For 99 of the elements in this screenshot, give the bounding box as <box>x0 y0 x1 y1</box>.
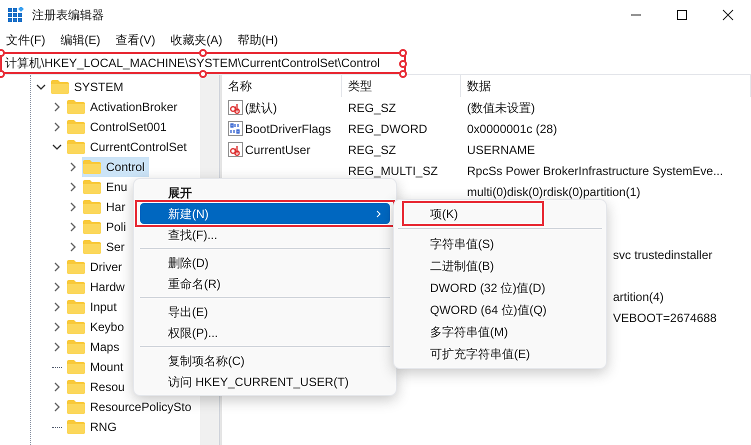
registry-app-icon <box>8 7 24 23</box>
table-cell: REG_SZ <box>348 142 396 156</box>
tree-item[interactable]: Hardw <box>66 277 129 297</box>
tree-item[interactable]: ControlSet001 <box>66 117 171 137</box>
chevron-right-icon <box>376 210 382 218</box>
tree-item[interactable]: Control <box>82 157 149 177</box>
tree-item[interactable]: Mount <box>66 357 128 377</box>
folder-icon <box>67 120 85 134</box>
folder-icon <box>67 320 85 334</box>
chevron-right-icon[interactable] <box>52 122 62 132</box>
table-cell: 0x0000001c (28) <box>467 122 558 136</box>
table-cell-text: (默认) <box>245 100 277 116</box>
folder-icon <box>67 360 85 374</box>
table-cell-text: BootDriverFlags <box>245 120 332 138</box>
tree-item[interactable]: CurrentControlSet <box>66 137 191 157</box>
tree-item[interactable]: Driver <box>66 257 126 277</box>
chevron-right-icon[interactable] <box>52 302 62 312</box>
folder-icon <box>83 240 101 254</box>
tree-item[interactable]: ResourcePolicySto <box>66 397 196 417</box>
chevron-down-icon[interactable] <box>52 142 62 152</box>
menu-option[interactable]: DWORD (32 位)值(D) <box>398 277 602 299</box>
tree-item[interactable]: Poli <box>82 217 130 237</box>
folder-icon <box>67 400 85 414</box>
menu-item[interactable]: 查看(V) <box>115 31 156 49</box>
tree-item[interactable]: Keybo <box>66 317 128 337</box>
menu-option[interactable]: 查找(F)... <box>140 224 390 245</box>
menu-option[interactable]: 权限(P)... <box>140 322 390 343</box>
folder-icon <box>83 160 101 174</box>
chevron-right-icon[interactable] <box>68 182 78 192</box>
menu-option[interactable]: 项(K) <box>404 203 542 224</box>
table-cell: RpcSs Power BrokerInfrastructure SystemEve... <box>467 164 724 178</box>
menu-option[interactable]: 新建(N) <box>140 203 390 224</box>
column-header[interactable]: 类型 <box>342 75 461 97</box>
menu-option[interactable]: 展开 <box>140 182 390 203</box>
window-title: 注册表编辑器 <box>32 7 104 24</box>
menu-option[interactable]: 二进制值(B) <box>398 255 602 277</box>
chevron-right-icon[interactable] <box>52 342 62 352</box>
menu-option[interactable]: 重命名(R) <box>140 273 390 294</box>
folder-icon <box>83 180 101 194</box>
chevron-right-icon[interactable] <box>68 222 78 232</box>
table-cell-text: CurrentUser <box>245 142 310 158</box>
table-cell: REG_SZ <box>348 100 396 114</box>
tree-item[interactable]: Resou <box>66 377 129 397</box>
selection-handle <box>199 70 207 78</box>
menu-option[interactable]: 字符串值(S) <box>398 233 602 255</box>
tree-item[interactable]: Har <box>82 197 130 217</box>
table-cell: artition(4) <box>613 290 664 304</box>
folder-icon <box>67 100 85 114</box>
chevron-right-icon[interactable] <box>52 282 62 292</box>
folder-icon <box>67 340 85 354</box>
chevron-right-icon[interactable] <box>52 322 62 332</box>
column-header[interactable]: 数据 <box>461 75 751 97</box>
binary-value-icon <box>228 121 243 136</box>
menu-option[interactable]: 多字符串值(M) <box>398 321 602 343</box>
folder-icon <box>67 420 85 434</box>
table-cell: multi(0)disk(0)rdisk(0)partition(1) <box>467 184 640 198</box>
folder-icon <box>83 200 101 214</box>
tree-item[interactable]: Enu <box>82 177 132 197</box>
folder-icon <box>67 280 85 294</box>
table-cell: (数值未设置) <box>467 100 535 114</box>
chevron-right-icon[interactable] <box>68 162 78 172</box>
chevron-right-icon[interactable] <box>52 262 62 272</box>
folder-icon <box>83 220 101 234</box>
menu-item[interactable]: 帮助(H) <box>237 31 278 49</box>
chevron-right-icon[interactable] <box>68 242 78 252</box>
menu-option[interactable]: 复制项名称(C) <box>140 350 390 371</box>
tree-item[interactable]: Maps <box>66 337 124 357</box>
menu-option[interactable]: 删除(D) <box>140 252 390 273</box>
tree-item[interactable]: ActivationBroker <box>66 97 182 117</box>
tree-item[interactable]: Input <box>66 297 121 317</box>
table-cell: REG_DWORD <box>348 122 428 136</box>
chevron-right-icon[interactable] <box>52 402 62 412</box>
tree-item[interactable]: Ser <box>82 237 129 257</box>
string-value-icon <box>228 142 243 157</box>
menu-option[interactable]: 导出(E) <box>140 301 390 322</box>
menu-option[interactable]: 访问 HKEY_CURRENT_USER(T) <box>140 371 390 392</box>
string-value-icon <box>228 100 243 115</box>
selection-handle <box>199 48 207 56</box>
menu-item[interactable]: 文件(F) <box>6 31 46 49</box>
chevron-right-icon[interactable] <box>68 202 78 212</box>
menu-item[interactable]: 收藏夹(A) <box>170 31 222 49</box>
folder-icon <box>67 380 85 394</box>
table-cell: VEBOOT=2674688 <box>613 310 717 324</box>
folder-icon <box>51 80 69 94</box>
menu-option[interactable]: QWORD (64 位)值(Q) <box>398 299 602 321</box>
menu-item[interactable]: 编辑(E) <box>60 31 100 49</box>
chevron-down-icon[interactable] <box>36 82 46 92</box>
folder-icon <box>67 300 85 314</box>
table-cell: svc trustedinstaller <box>613 248 712 262</box>
chevron-right-icon[interactable] <box>52 102 62 112</box>
folder-icon <box>67 260 85 274</box>
table-cell: USERNAME <box>467 142 536 156</box>
table-cell: REG_MULTI_SZ <box>348 164 438 178</box>
tree-item[interactable]: RNG <box>66 417 121 437</box>
folder-icon <box>67 140 85 154</box>
menu-option[interactable]: 可扩充字符串值(E) <box>398 343 602 365</box>
chevron-right-icon[interactable] <box>52 382 62 392</box>
tree-item[interactable]: SYSTEM <box>50 77 128 97</box>
column-header[interactable]: 名称 <box>222 75 342 97</box>
